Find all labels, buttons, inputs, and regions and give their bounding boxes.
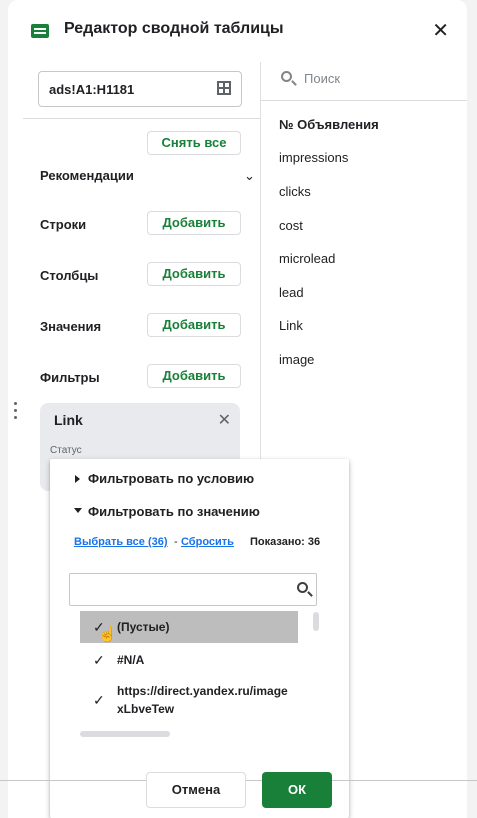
check-icon[interactable]: ✓	[93, 652, 105, 669]
select-all-link[interactable]: Выбрать все (36)	[74, 536, 168, 548]
add-values-button[interactable]: Добавить	[147, 313, 241, 337]
collapsed-arrow-icon[interactable]	[75, 475, 80, 483]
filter-status-label: Статус	[50, 445, 82, 456]
expanded-arrow-icon[interactable]	[74, 508, 82, 513]
clear-all-button[interactable]: Снять все	[147, 131, 241, 155]
spreadsheet-icon	[31, 24, 49, 38]
columns-label: Столбцы	[40, 268, 99, 283]
filter-by-value[interactable]: Фильтровать по значению	[88, 504, 260, 519]
option-label-continued: xLbveTew	[117, 702, 175, 716]
value-search-input[interactable]	[76, 574, 290, 605]
field-item[interactable]: microlead	[279, 251, 335, 266]
field-item[interactable]: Link	[279, 318, 303, 333]
value-search-box	[69, 573, 317, 606]
rows-label: Строки	[40, 217, 87, 232]
left-divider	[23, 118, 260, 119]
add-rows-button[interactable]: Добавить	[147, 211, 241, 235]
close-icon[interactable]: ✕	[432, 18, 449, 43]
filters-label: Фильтры	[40, 370, 100, 385]
filter-option[interactable]: ✓ https://direct.yandex.ru/image xLbveTe…	[80, 678, 298, 722]
chevron-down-icon[interactable]: ⌄	[244, 168, 255, 184]
field-item[interactable]: image	[279, 352, 314, 367]
right-divider	[261, 100, 467, 101]
data-range-value: ads!A1:H1181	[49, 82, 135, 97]
ok-button[interactable]: ОК	[262, 772, 332, 808]
horizontal-scrollbar[interactable]	[80, 731, 170, 737]
option-label: #N/A	[117, 653, 145, 667]
option-label: https://direct.yandex.ru/image	[117, 684, 288, 698]
shown-count: Показано: 36	[250, 536, 321, 548]
vertical-scrollbar[interactable]	[313, 612, 319, 631]
data-range-field[interactable]: ads!A1:H1181	[38, 71, 242, 107]
check-icon[interactable]: ✓	[93, 692, 105, 709]
filter-card-title: Link	[54, 412, 83, 428]
option-label: (Пустые)	[117, 620, 170, 634]
panel-title: Редактор сводной таблицы	[64, 20, 284, 37]
field-item[interactable]: № Объявления	[279, 117, 379, 132]
recommendations-label[interactable]: Рекомендации	[40, 168, 134, 183]
field-item[interactable]: impressions	[279, 150, 348, 165]
values-label: Значения	[40, 319, 102, 334]
reset-link[interactable]: Сбросить	[181, 536, 234, 548]
add-columns-button[interactable]: Добавить	[147, 262, 241, 286]
field-item[interactable]: cost	[279, 218, 303, 233]
remove-filter-close-icon[interactable]: ✕	[218, 410, 231, 430]
cancel-button[interactable]: Отмена	[146, 772, 246, 808]
field-item[interactable]: clicks	[279, 184, 311, 199]
field-search-input[interactable]: Поиск	[304, 71, 340, 86]
select-range-grid-icon[interactable]	[217, 81, 231, 95]
filter-popup: Фильтровать по условию Фильтровать по зн…	[50, 459, 349, 818]
separator-dash: -	[174, 536, 178, 548]
hand-cursor-icon: ☝	[98, 626, 117, 643]
field-item[interactable]: lead	[279, 285, 304, 300]
drag-handle-icon[interactable]	[14, 402, 18, 422]
search-icon	[281, 71, 292, 82]
panel-header: Редактор сводной таблицы ✕	[8, 0, 467, 62]
filter-option[interactable]: ✓ #N/A	[80, 645, 298, 675]
filter-by-condition[interactable]: Фильтровать по условию	[88, 471, 254, 486]
add-filters-button[interactable]: Добавить	[147, 364, 241, 388]
search-icon	[297, 582, 308, 593]
